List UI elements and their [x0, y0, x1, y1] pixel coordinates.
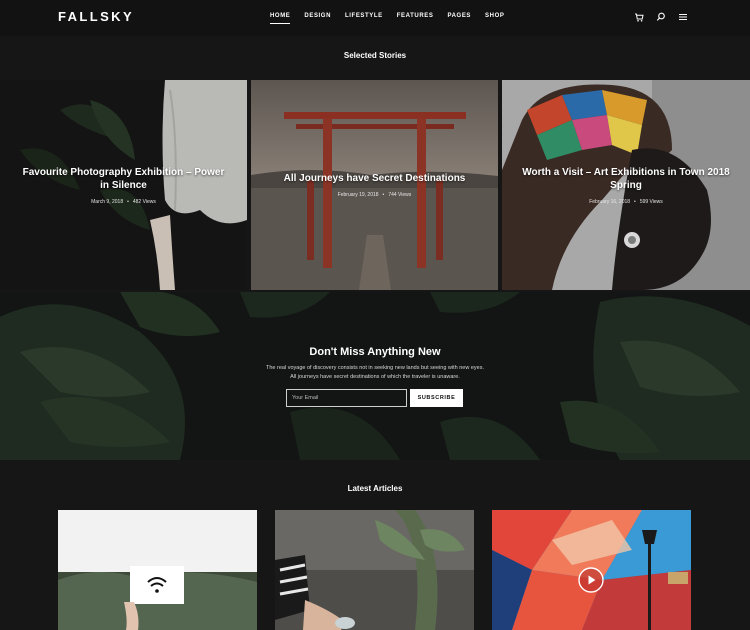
article-card[interactable]	[492, 510, 691, 630]
nav-item-features[interactable]: FEATURES	[397, 13, 434, 19]
story-title[interactable]: Worth a Visit – Art Exhibitions in Town …	[520, 166, 732, 192]
story-views: 599 Views	[639, 199, 663, 205]
play-icon[interactable]	[578, 567, 604, 593]
newsletter-line-2: All journeys have secret destinations of…	[290, 374, 460, 380]
menu-icon[interactable]	[678, 11, 688, 23]
nav-item-shop[interactable]: SHOP	[485, 13, 504, 19]
story-date: March 9, 2018	[91, 199, 124, 205]
cart-icon[interactable]	[634, 11, 644, 23]
nav-item-home[interactable]: HOME	[270, 13, 291, 24]
nav-item-pages[interactable]: PAGES	[447, 13, 471, 19]
newsletter-title: Don't Miss Anything New	[309, 346, 441, 358]
story-meta: February 19, 2018 • 744 Views	[337, 192, 412, 198]
nav-item-lifestyle[interactable]: LIFESTYLE	[345, 13, 383, 19]
email-input[interactable]	[286, 389, 407, 407]
story-meta: March 9, 2018 • 482 Views	[91, 199, 156, 205]
story-views: 744 Views	[388, 192, 412, 198]
site-logo[interactable]: FALLSKY	[58, 9, 134, 24]
nav-item-design[interactable]: DESIGN	[304, 13, 331, 19]
newsletter-section: Don't Miss Anything New The real voyage …	[0, 292, 750, 460]
story-title[interactable]: Favourite Photography Exhibition – Power…	[18, 166, 229, 192]
article-card[interactable]	[58, 510, 257, 630]
story-title[interactable]: All Journeys have Secret Destinations	[269, 172, 480, 185]
article-card[interactable]	[275, 510, 474, 630]
story-date: February 16, 2018	[589, 199, 631, 205]
newsletter-description: The real voyage of discovery consists no…	[0, 364, 750, 382]
search-icon[interactable]	[656, 11, 666, 23]
article-image-wifi-sign	[58, 510, 257, 630]
story-views: 482 Views	[132, 199, 156, 205]
latest-articles-heading: Latest Articles	[347, 484, 403, 493]
story-card[interactable]: All Journeys have Secret Destinations Fe…	[251, 80, 498, 290]
selected-stories-heading: Selected Stories	[343, 51, 407, 60]
story-card[interactable]: Favourite Photography Exhibition – Power…	[0, 80, 247, 290]
header-icons	[634, 11, 688, 23]
newsletter-line-1: The real voyage of discovery consists no…	[266, 365, 484, 371]
article-image-plant-vase	[275, 510, 474, 630]
site-header: FALLSKY HOME DESIGN LIFESTYLE FEATURES P…	[0, 0, 750, 36]
latest-articles	[0, 510, 750, 630]
story-meta: February 16, 2018 • 599 Views	[589, 199, 663, 205]
story-date: February 19, 2018	[337, 192, 379, 198]
story-card[interactable]: Worth a Visit – Art Exhibitions in Town …	[502, 80, 750, 290]
main-nav: HOME DESIGN LIFESTYLE FEATURES PAGES SHO…	[270, 13, 518, 24]
selected-stories: Favourite Photography Exhibition – Power…	[0, 80, 750, 290]
subscribe-button[interactable]: SUBSCRIBE	[410, 389, 463, 407]
